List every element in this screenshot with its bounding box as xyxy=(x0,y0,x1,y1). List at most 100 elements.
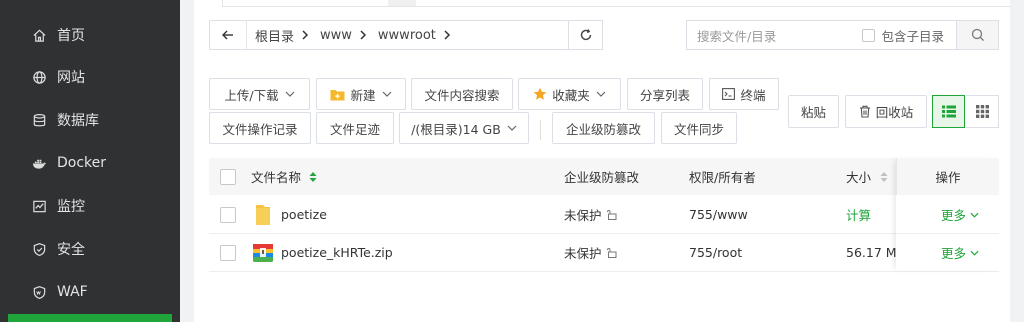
share-list-button[interactable]: 分享列表 xyxy=(627,78,703,110)
paste-label: 粘贴 xyxy=(800,105,826,120)
file-sync-button[interactable]: 文件同步 xyxy=(661,112,737,144)
column-tamper-label: 企业级防篡改 xyxy=(564,170,640,185)
permission[interactable]: 755/root xyxy=(689,234,742,271)
sidebar-item-label: 网站 xyxy=(57,70,85,86)
chevron-right-icon xyxy=(358,29,368,41)
path-bar[interactable]: 根目录 www wwwroot xyxy=(209,20,569,50)
tab-divider xyxy=(416,6,1010,7)
recycle-bin-label: 回收站 xyxy=(875,105,914,120)
content-search-button[interactable]: 文件内容搜索 xyxy=(411,78,513,110)
size-text[interactable]: 计算 xyxy=(846,205,871,224)
footprint-button[interactable]: 文件足迹 xyxy=(316,112,394,144)
terminal-label: 终端 xyxy=(740,87,766,103)
sidebar-item-monitor[interactable]: 监控 xyxy=(0,187,180,225)
waf-shield-icon xyxy=(31,284,47,300)
operation-log-label: 文件操作记录 xyxy=(222,121,298,137)
sidebar-item-database[interactable]: 数据库 xyxy=(0,101,180,139)
column-name-label: 文件名称 xyxy=(251,170,302,185)
breadcrumb-item[interactable]: www xyxy=(312,28,358,43)
share-list-label: 分享列表 xyxy=(639,87,690,103)
favorites-button[interactable]: 收藏夹 xyxy=(518,78,621,110)
column-tamper: 企业级防篡改 xyxy=(564,158,639,195)
column-permission: 权限/所有者 xyxy=(689,158,756,195)
sidebar-item-docker[interactable]: Docker xyxy=(0,144,180,182)
disk-select-button[interactable]: /(根目录)14 GB xyxy=(399,112,529,144)
table-row[interactable]: poetize_kHRTe.zip 未保护 755/root 56.17 MB … xyxy=(209,234,999,272)
upload-download-label: 上传/下载 xyxy=(224,87,279,103)
checkbox-icon xyxy=(220,168,236,185)
search-box[interactable]: 搜索文件/目录 包含子目录 xyxy=(686,20,957,50)
search-button[interactable] xyxy=(957,20,999,50)
column-operations-label: 操作 xyxy=(935,170,961,185)
table-header: 文件名称 企业级防篡改 权限/所有者 大小 操作 xyxy=(209,158,999,195)
sidebar-item-label: 数据库 xyxy=(57,113,99,129)
column-size[interactable]: 大小 xyxy=(846,158,888,195)
sidebar-item-website[interactable]: 网站 xyxy=(0,58,180,96)
tab-files[interactable] xyxy=(222,0,390,7)
database-icon xyxy=(31,112,47,128)
breadcrumb-item[interactable]: 根目录 xyxy=(247,26,300,45)
terminal-button[interactable]: 终端 xyxy=(709,78,779,110)
checkbox-icon xyxy=(220,244,236,261)
checkbox-icon xyxy=(862,28,876,42)
monitor-icon xyxy=(31,198,47,214)
list-view-button[interactable] xyxy=(932,95,965,128)
paste-button[interactable]: 粘贴 xyxy=(788,95,839,128)
tamper-status[interactable]: 未保护 xyxy=(564,234,617,271)
chevron-down-icon xyxy=(382,91,392,97)
operation-log-button[interactable]: 文件操作记录 xyxy=(209,112,311,144)
tab-add[interactable] xyxy=(388,0,416,7)
file-name-text[interactable]: poetize_kHRTe.zip xyxy=(281,245,393,260)
more-label: 更多 xyxy=(941,208,967,223)
disk-label: /(根目录)14 GB xyxy=(411,121,501,137)
folder-plus-icon xyxy=(330,88,345,101)
breadcrumb-item[interactable]: wwwroot xyxy=(370,28,442,43)
permission-text[interactable]: 755/www xyxy=(689,207,748,222)
grid-view-button[interactable] xyxy=(966,95,999,128)
back-button[interactable] xyxy=(210,21,247,49)
chevron-down-icon xyxy=(596,91,606,97)
new-label: 新建 xyxy=(350,87,376,103)
file-name[interactable]: poetize_kHRTe.zip xyxy=(281,234,393,271)
permission-text[interactable]: 755/root xyxy=(689,245,742,260)
sidebar-item-label: Docker xyxy=(57,155,107,171)
table-row[interactable]: poetize 未保护 755/www 计算 更多 xyxy=(209,196,999,234)
include-subdir-label: 包含子目录 xyxy=(881,28,944,44)
size-calc[interactable]: 计算 xyxy=(846,196,871,233)
zip-archive-icon xyxy=(252,234,274,271)
refresh-button[interactable] xyxy=(568,20,603,50)
footprint-label: 文件足迹 xyxy=(329,121,380,137)
folder-icon xyxy=(254,196,272,233)
upload-download-button[interactable]: 上传/下载 xyxy=(209,78,310,110)
new-button[interactable]: 新建 xyxy=(316,78,406,110)
select-all-checkbox[interactable] xyxy=(220,158,236,195)
sidebar-item-home[interactable]: 首页 xyxy=(0,16,180,54)
row-checkbox[interactable] xyxy=(220,234,236,271)
sidebar-item-label: WAF xyxy=(57,284,88,300)
search-input[interactable]: 搜索文件/目录 xyxy=(697,26,862,45)
tamper-status[interactable]: 未保护 xyxy=(564,196,617,233)
include-subdir-checkbox[interactable]: 包含子目录 xyxy=(862,26,944,45)
more-button[interactable]: 更多 xyxy=(941,234,979,271)
row-checkbox[interactable] xyxy=(220,196,236,233)
recycle-bin-button[interactable]: 回收站 xyxy=(845,95,927,128)
tamper-protection-button[interactable]: 企业级防篡改 xyxy=(552,112,655,144)
content-search-label: 文件内容搜索 xyxy=(424,87,500,103)
refresh-icon xyxy=(580,29,591,41)
size-text: 56.17 MB xyxy=(846,245,896,260)
column-permission-label: 权限/所有者 xyxy=(689,170,756,185)
column-name[interactable]: 文件名称 xyxy=(251,158,317,195)
more-button[interactable]: 更多 xyxy=(941,196,979,233)
sidebar-item-security[interactable]: 安全 xyxy=(0,230,180,268)
chevron-right-icon xyxy=(442,29,452,41)
sidebar-item-label: 安全 xyxy=(57,242,85,258)
sidebar-item-waf[interactable]: WAF xyxy=(0,273,180,311)
tamper-status-text: 未保护 xyxy=(564,208,602,223)
chevron-right-icon xyxy=(300,29,310,41)
list-view-icon xyxy=(941,105,956,118)
search-icon xyxy=(971,28,984,41)
file-name-text[interactable]: poetize xyxy=(281,207,327,222)
file-name[interactable]: poetize xyxy=(281,196,327,233)
shield-icon xyxy=(31,241,47,257)
permission[interactable]: 755/www xyxy=(689,196,748,233)
